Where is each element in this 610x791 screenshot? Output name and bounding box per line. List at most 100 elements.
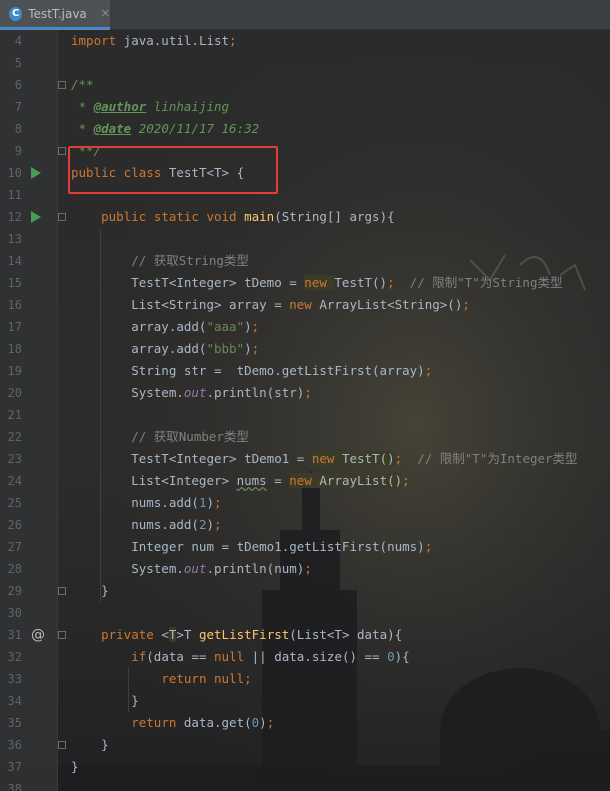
code-line[interactable]: 16 List<String> array = new ArrayList<St… — [0, 294, 610, 316]
line-number: 37 — [7, 760, 22, 774]
code-token: List<Integer> — [71, 473, 237, 488]
code-line[interactable]: 4 import java.util.List; — [0, 30, 610, 52]
code-token: ) — [206, 517, 214, 532]
fold-marker-icon[interactable] — [58, 741, 66, 749]
code-line[interactable]: 17 array.add("aaa"); — [0, 316, 610, 338]
code-line[interactable]: 20 System.out.println(str); — [0, 382, 610, 404]
run-icon[interactable] — [31, 167, 41, 179]
code-line[interactable]: 22 // 获取Number类型 — [0, 426, 610, 448]
code-text: nums.add(2); — [71, 514, 221, 536]
code-token: ArrayList() — [319, 473, 403, 488]
code-text: List<String> array = new ArrayList<Strin… — [71, 294, 470, 316]
code-line[interactable]: 6 /** — [0, 74, 610, 96]
code-line[interactable]: 26 nums.add(2); — [0, 514, 610, 536]
line-number: 6 — [14, 78, 22, 92]
code-line[interactable]: 38 — [0, 778, 610, 791]
code-line[interactable]: 31 @ private <T>T getListFirst(List<T> da… — [0, 624, 610, 646]
code-token: /** — [71, 77, 94, 92]
code-token: .println(num) — [206, 561, 305, 576]
tab-testt-java[interactable]: C TestT.java ✕ — [0, 0, 110, 30]
code-token: if — [131, 649, 147, 664]
code-token: ; — [251, 319, 260, 334]
code-line[interactable]: 5 — [0, 52, 610, 74]
line-number: 20 — [7, 386, 22, 400]
code-editor[interactable]: 4 import java.util.List; 5 6 /** 7 * @author … — [0, 30, 610, 791]
code-text: public static void main(String[] args){ — [71, 206, 395, 228]
code-token: TestT() — [341, 451, 395, 466]
code-line[interactable]: 27 Integer num = tDemo1.getListFirst(num… — [0, 536, 610, 558]
code-token: * — [71, 121, 94, 136]
code-token: ; — [229, 33, 237, 48]
line-number: 32 — [7, 650, 22, 664]
code-line[interactable]: 28 System.out.println(num); — [0, 558, 610, 580]
line-number: 19 — [7, 364, 22, 378]
code-token: @author — [93, 99, 147, 114]
code-line[interactable]: 7 * @author linhaijing — [0, 96, 610, 118]
code-line[interactable]: 29 } — [0, 580, 610, 602]
line-number: 25 — [7, 496, 22, 510]
code-line[interactable]: 37} — [0, 756, 610, 778]
line-number: 27 — [7, 540, 22, 554]
code-token: new — [289, 297, 320, 312]
code-token: // 限制"T"为String类型 — [394, 275, 563, 290]
code-line[interactable]: 32 if(data == null || data.size() == 0){ — [0, 646, 610, 668]
code-line[interactable]: 34 } — [0, 690, 610, 712]
line-number: 21 — [7, 408, 22, 422]
code-token: "aaa" — [206, 319, 245, 334]
code-token: @date — [93, 121, 132, 136]
code-line[interactable]: 35 return data.get(0); — [0, 712, 610, 734]
code-line[interactable]: 24 List<Integer> nums = new ArrayList(); — [0, 470, 610, 492]
code-token: ) — [244, 319, 252, 334]
code-text: array.add("bbb"); — [71, 338, 259, 360]
fold-marker-icon[interactable] — [58, 81, 66, 89]
line-number: 23 — [7, 452, 22, 466]
code-line[interactable]: 36 } — [0, 734, 610, 756]
code-token: ; — [266, 715, 275, 730]
fold-marker-icon[interactable] — [58, 213, 66, 221]
code-line[interactable]: 18 array.add("bbb"); — [0, 338, 610, 360]
code-text: System.out.println(num); — [71, 558, 312, 580]
code-line[interactable]: 12 public static void main(String[] args… — [0, 206, 610, 228]
run-icon[interactable] — [31, 211, 41, 223]
code-line[interactable]: 15 TestT<Integer> tDemo = new TestT(); /… — [0, 272, 610, 294]
code-text: return data.get(0); — [71, 712, 274, 734]
code-line[interactable]: 8 * @date 2020/11/17 16:32 — [0, 118, 610, 140]
close-icon[interactable]: ✕ — [101, 7, 110, 20]
code-token: import — [71, 33, 117, 48]
override-at-icon[interactable]: @ — [31, 624, 45, 646]
code-token: .println(str) — [206, 385, 305, 400]
code-token: = — [266, 473, 290, 488]
code-line[interactable]: 19 String str = tDemo.getListFirst(array… — [0, 360, 610, 382]
line-number: 4 — [14, 34, 22, 48]
code-text: TestT<Integer> tDemo = new TestT(); // 限… — [71, 272, 562, 294]
code-token: out — [183, 561, 207, 576]
code-token: ; — [304, 385, 312, 400]
code-line[interactable]: 25 nums.add(1); — [0, 492, 610, 514]
code-line[interactable]: 23 TestT<Integer> tDemo1 = new TestT(); … — [0, 448, 610, 470]
code-token: return — [131, 715, 184, 730]
fold-marker-icon[interactable] — [58, 147, 66, 155]
code-line[interactable]: 33 return null; — [0, 668, 610, 690]
code-text: String str = tDemo.getListFirst(array); — [71, 360, 432, 382]
code-token: private — [101, 627, 162, 642]
code-line[interactable]: 30 — [0, 602, 610, 624]
code-line[interactable]: 21 — [0, 404, 610, 426]
line-number: 33 — [7, 672, 22, 686]
code-line[interactable]: 14 // 获取String类型 — [0, 250, 610, 272]
fold-marker-icon[interactable] — [58, 587, 66, 595]
code-token: Integer num = tDemo1.getListFirst(nums) — [71, 539, 425, 554]
line-number: 9 — [14, 144, 22, 158]
code-line[interactable]: 13 — [0, 228, 610, 250]
line-number: 31 — [7, 628, 22, 642]
code-token: null — [214, 649, 252, 664]
code-token: 2020/11/17 16:32 — [131, 121, 260, 136]
editor-tab-bar: C TestT.java ✕ — [0, 0, 610, 30]
line-number: 15 — [7, 276, 22, 290]
code-token: ) — [206, 495, 214, 510]
fold-marker-icon[interactable] — [58, 631, 66, 639]
code-token: List<String> array = — [71, 297, 290, 312]
code-token: // 获取String类型 — [71, 253, 249, 268]
code-token: nums.add( — [71, 517, 199, 532]
